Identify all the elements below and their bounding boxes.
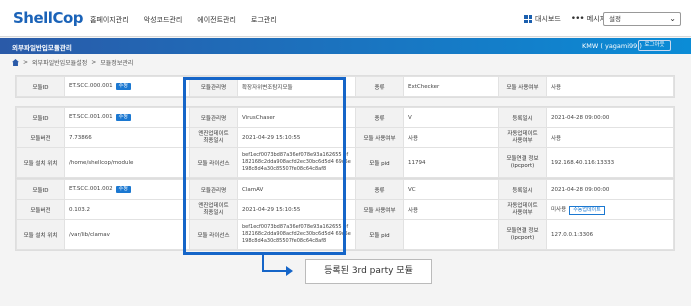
label-type: 종류 [355, 76, 404, 97]
reg-date-value: 2021-04-28 09:00:00 [546, 107, 674, 128]
edit-button[interactable]: 수정 [115, 114, 131, 121]
label-auto-update: 자동업데이트 사용여부 [498, 127, 547, 148]
edit-button[interactable]: 수정 [115, 83, 131, 90]
type-value: VC [403, 179, 499, 200]
app-logo[interactable]: ShellCop [13, 9, 84, 27]
label-module-id: 모듈ID [16, 76, 65, 97]
settings-select-value: 설정 [609, 15, 621, 23]
module-id-value: ET.SCC.001.002 수정 [64, 179, 190, 200]
label-reg-date: 등록일시 [498, 179, 547, 200]
top-navigation: ShellCop 홈페이지관리 악성코드관리 에이전트관리 로그관리 대시보드 … [0, 0, 691, 37]
utility-menu: 대시보드 ••• 메시지 [524, 14, 606, 24]
breadcrumb: > 외부파일반입모듈설정 > 모듈정보관리 [12, 58, 133, 67]
main-nav: 홈페이지관리 악성코드관리 에이전트관리 로그관리 [90, 15, 277, 25]
edit-button[interactable]: 수정 [115, 186, 131, 193]
label-conn: 모듈연결 정보 (ipcport) [498, 219, 547, 250]
conn-value: 127.0.0.1:3306 [546, 219, 674, 250]
breadcrumb-sep: > [91, 59, 97, 66]
logout-button[interactable]: 로그아웃 [638, 40, 671, 51]
label-pid: 모듈 pid [355, 219, 404, 250]
module-use-value: 사용 [403, 199, 499, 220]
label-reg-date: 등록일시 [498, 107, 547, 128]
breadcrumb-item-current: 모듈정보관리 [100, 60, 134, 67]
install-path-value: /home/shellcop/module [64, 147, 190, 178]
breadcrumb-sep: > [23, 59, 29, 66]
user-info: KMW ( yagami99 ) [582, 42, 642, 50]
version-value: 7.73866 [64, 127, 190, 148]
nav-item-homepage[interactable]: 홈페이지관리 [90, 15, 129, 25]
auto-update-value: 사용 [546, 127, 674, 148]
dashboard-label: 대시보드 [535, 15, 561, 23]
callout-arrow [262, 270, 288, 272]
type-value: ExtChecker [403, 76, 499, 97]
pid-value: 11794 [403, 147, 499, 178]
nav-item-malware[interactable]: 악성코드관리 [144, 15, 183, 25]
page-title: 외부파일반입모듈관리 [12, 44, 72, 52]
label-version: 모듈버전 [16, 199, 65, 220]
label-module-use: 모듈 사용여부 [355, 199, 404, 220]
label-type: 종류 [355, 107, 404, 128]
reg-date-value: 2021-04-28 09:00:00 [546, 179, 674, 200]
label-module-id: 모듈ID [16, 179, 65, 200]
auto-update-value: 미사용 수동업데이트 [546, 199, 674, 220]
version-value: 0.103.2 [64, 199, 190, 220]
label-auto-update: 자동업데이트 사용여부 [498, 199, 547, 220]
callout-box: 등록된 3rd party 모듈 [305, 259, 432, 284]
page-title-bar: 외부파일반입모듈관리 KMW ( yagami99 ) 로그아웃 [0, 38, 691, 54]
settings-select[interactable]: 설정 ⌄ [603, 12, 681, 26]
message-icon: ••• [570, 14, 585, 24]
conn-value: 192.168.40.116:13333 [546, 147, 674, 178]
nav-item-agent[interactable]: 에이전트관리 [197, 15, 236, 25]
install-path-value: /var/lib/clamav [64, 219, 190, 250]
label-conn: 모듈연결 정보 (ipcport) [498, 147, 547, 178]
dashboard-link[interactable]: 대시보드 [524, 14, 561, 24]
message-link[interactable]: ••• 메시지 [571, 14, 606, 24]
label-module-use: 모듈 사용여부 [355, 127, 404, 148]
label-install-path: 모듈 설치 위치 [16, 147, 65, 178]
label-use: 모듈 사용여부 [498, 76, 547, 97]
label-module-id: 모듈ID [16, 107, 65, 128]
highlight-box [183, 77, 346, 255]
chevron-down-icon: ⌄ [669, 14, 676, 23]
label-type: 종류 [355, 179, 404, 200]
nav-item-log[interactable]: 로그관리 [251, 15, 277, 25]
arrow-right-icon [286, 266, 293, 276]
breadcrumb-item-settings[interactable]: 외부파일반입모듈설정 [32, 58, 87, 67]
grid-icon [524, 15, 532, 23]
manual-update-button[interactable]: 수동업데이트 [569, 205, 605, 215]
label-pid: 모듈 pid [355, 147, 404, 178]
use-value: 사용 [546, 76, 674, 97]
label-version: 모듈버전 [16, 127, 65, 148]
module-id-value: ET.SCC.000.001 수정 [64, 76, 190, 97]
type-value: V [403, 107, 499, 128]
pid-value [403, 219, 499, 250]
module-id-value: ET.SCC.001.001 수정 [64, 107, 190, 128]
label-install-path: 모듈 설치 위치 [16, 219, 65, 250]
module-use-value: 사용 [403, 127, 499, 148]
home-icon[interactable] [12, 59, 19, 66]
